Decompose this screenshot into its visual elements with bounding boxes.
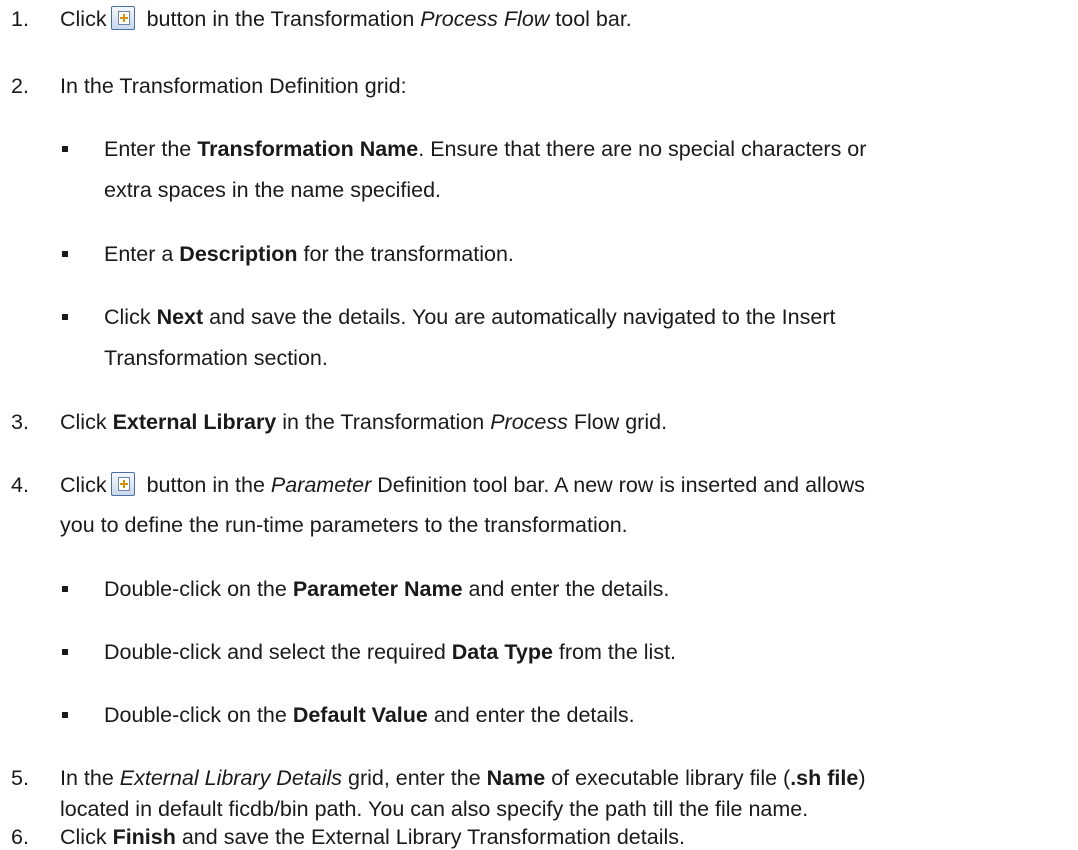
step-5-continuation: located in default ficdb/bin path. You c… (60, 797, 809, 821)
bullet-marker (62, 251, 68, 257)
bullet-item-continuation: extra spaces in the name specified. (104, 178, 442, 202)
step-number: 5. (11, 766, 29, 790)
step-number: 4. (11, 473, 29, 497)
bullet-marker (62, 146, 68, 152)
step-6-text: Click Finish and save the External Libra… (60, 825, 685, 849)
step-1-text: Click button in the Transformation Proce… (60, 6, 632, 31)
step-number: 2. (11, 74, 29, 98)
step-number: 3. (11, 410, 29, 434)
step-5-text: In the External Library Details grid, en… (60, 766, 866, 790)
bullet-item: Double-click on the Parameter Name and e… (104, 577, 670, 601)
step-2-text: In the Transformation Definition grid: (60, 74, 407, 98)
step-number: 6. (11, 825, 29, 849)
bullet-item: Enter the Transformation Name. Ensure th… (104, 137, 867, 161)
bullet-item-continuation: Transformation section. (104, 346, 328, 370)
step-3-text: Click External Library in the Transforma… (60, 410, 668, 434)
bullet-marker (62, 314, 68, 320)
bullet-item: Double-click and select the required Dat… (104, 640, 677, 664)
add-page-icon (110, 472, 135, 496)
bullet-marker (62, 586, 68, 592)
bullet-item: Click Next and save the details. You are… (104, 305, 836, 329)
step-number: 1. (11, 7, 29, 31)
step-4-continuation: you to define the run-time parameters to… (60, 513, 628, 537)
bullet-item: Enter a Description for the transformati… (104, 242, 514, 266)
bullet-marker (62, 649, 68, 655)
bullet-marker (62, 712, 68, 718)
bullet-item: Double-click on the Default Value and en… (104, 703, 635, 727)
add-page-icon (110, 6, 135, 30)
step-4-text: Click button in the Parameter Definition… (60, 472, 865, 497)
